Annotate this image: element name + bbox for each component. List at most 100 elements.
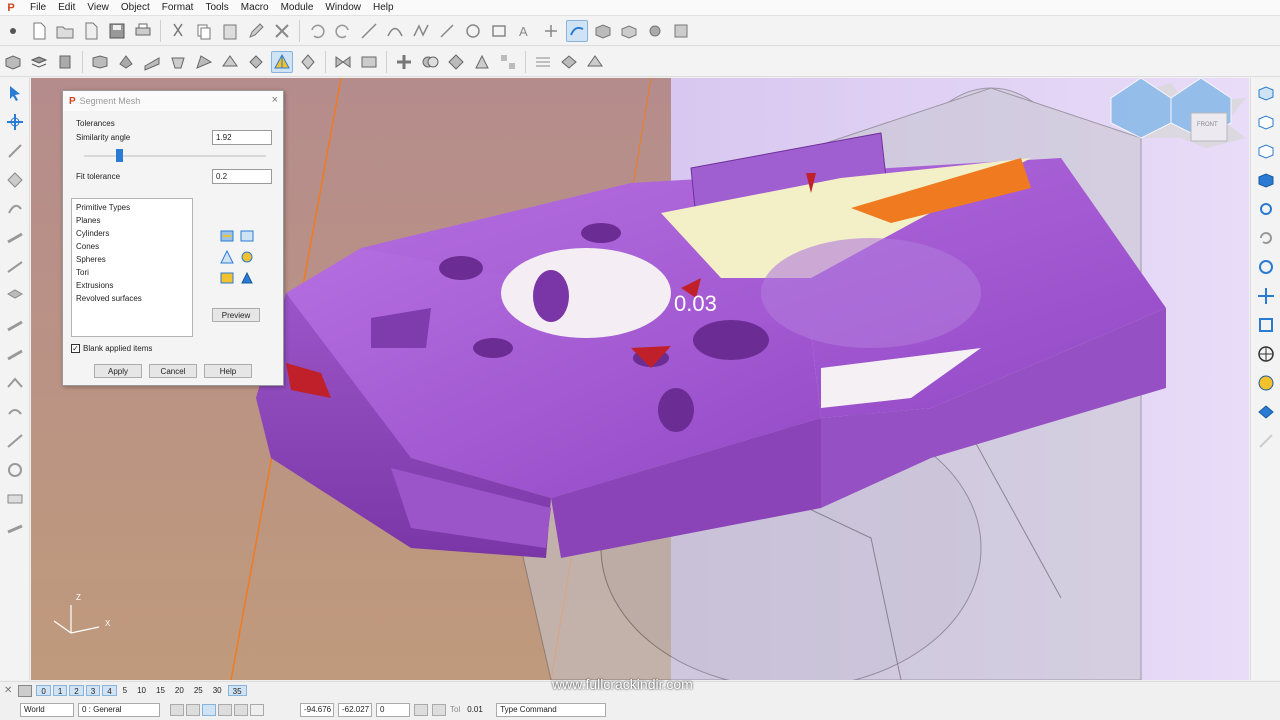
lock-icon[interactable]: [218, 703, 232, 716]
zoom-icon[interactable]: [1254, 313, 1278, 337]
cylinder-primitive-icon[interactable]: [240, 229, 254, 243]
command-input[interactable]: Type Command: [496, 702, 607, 717]
trim-surface-icon[interactable]: [358, 51, 380, 73]
boolean-subtract-icon[interactable]: [419, 51, 441, 73]
checkbox-box[interactable]: ✓: [71, 344, 80, 353]
blank-applied-items-checkbox[interactable]: ✓ Blank applied items: [71, 344, 152, 353]
wireframe-icon[interactable]: [1254, 400, 1278, 424]
extrude-icon[interactable]: [89, 51, 111, 73]
menu-macro[interactable]: Macro: [235, 0, 275, 16]
shell-icon[interactable]: [471, 51, 493, 73]
extrusion-primitive-icon[interactable]: [240, 271, 254, 285]
settings-gear-icon[interactable]: [644, 20, 666, 42]
view-front-icon[interactable]: [1254, 110, 1278, 134]
redo-icon[interactable]: [332, 20, 354, 42]
chamfer-icon[interactable]: [245, 51, 267, 73]
revolve-icon[interactable]: [115, 51, 137, 73]
menu-tools[interactable]: Tools: [199, 0, 234, 16]
y-coordinate-field[interactable]: -62.027: [338, 702, 372, 717]
snap-point-icon[interactable]: [202, 703, 216, 716]
project-icon[interactable]: [3, 284, 27, 308]
primitive-type-item[interactable]: Planes: [76, 214, 188, 227]
cylinder-icon[interactable]: [54, 51, 76, 73]
sweep-icon[interactable]: [141, 51, 163, 73]
layer-button[interactable]: 15: [152, 685, 169, 696]
undo-icon[interactable]: [306, 20, 328, 42]
snap-grid-icon[interactable]: [186, 703, 200, 716]
fillet-icon[interactable]: [219, 51, 241, 73]
snap-icon[interactable]: [170, 703, 184, 716]
torus-primitive-icon[interactable]: [220, 271, 234, 285]
mesh-repair-icon[interactable]: [532, 51, 554, 73]
grid-icon[interactable]: [250, 703, 264, 716]
menu-object[interactable]: Object: [115, 0, 156, 16]
cancel-button[interactable]: Cancel: [149, 364, 197, 378]
help-button[interactable]: Help: [204, 364, 252, 378]
apply-button[interactable]: Apply: [94, 364, 142, 378]
similarity-slider-thumb[interactable]: [116, 149, 123, 162]
primitive-type-item[interactable]: Revolved surfaces: [76, 292, 188, 305]
dialog-titlebar[interactable]: P Segment Mesh: [63, 91, 283, 111]
undo-view-icon[interactable]: [1254, 226, 1278, 250]
trim-icon[interactable]: [540, 20, 562, 42]
new-file-icon[interactable]: [28, 20, 50, 42]
polyline-icon[interactable]: [410, 20, 432, 42]
layer-button[interactable]: 10: [133, 685, 150, 696]
move-icon[interactable]: [3, 139, 27, 163]
pan-icon[interactable]: [1254, 284, 1278, 308]
blend-icon[interactable]: [193, 51, 215, 73]
text-icon[interactable]: A: [514, 20, 536, 42]
similarity-slider-track[interactable]: [84, 155, 266, 157]
deform-icon[interactable]: [3, 400, 27, 424]
boolean-add-icon[interactable]: [393, 51, 415, 73]
x-coordinate-field[interactable]: -94.676: [300, 702, 334, 717]
sketch-icon[interactable]: [358, 20, 380, 42]
layer-button[interactable]: 4: [102, 685, 117, 696]
hide-icon[interactable]: [1254, 429, 1278, 453]
offset-icon[interactable]: [297, 51, 319, 73]
rotate-icon[interactable]: [3, 168, 27, 192]
report-icon[interactable]: [3, 516, 27, 540]
pin-icon[interactable]: [2, 20, 24, 42]
cut-icon[interactable]: [167, 20, 189, 42]
cone-primitive-icon[interactable]: [220, 249, 234, 264]
split-icon[interactable]: [332, 51, 354, 73]
view-cube-label[interactable]: FRONT: [1197, 122, 1218, 128]
layer-button[interactable]: 1: [52, 685, 68, 696]
close-icon[interactable]: ×: [272, 94, 278, 106]
import-icon[interactable]: [80, 20, 102, 42]
z-coordinate-field[interactable]: 0: [376, 702, 410, 717]
layer-button[interactable]: 5: [119, 685, 131, 696]
mesh-smooth-icon[interactable]: [558, 51, 580, 73]
primitive-type-item[interactable]: Cones: [76, 240, 188, 253]
menu-view[interactable]: View: [81, 0, 115, 16]
view-settings-icon[interactable]: [1254, 197, 1278, 221]
line-icon[interactable]: [436, 20, 458, 42]
layer-button[interactable]: 0: [36, 685, 51, 696]
scale-icon[interactable]: [3, 197, 27, 221]
paste-icon[interactable]: [219, 20, 241, 42]
circle-icon[interactable]: [462, 20, 484, 42]
layer-button[interactable]: 20: [171, 685, 188, 696]
twist-icon[interactable]: [3, 371, 27, 395]
boolean-intersect-icon[interactable]: [445, 51, 467, 73]
primitive-type-item[interactable]: Extrusions: [76, 279, 188, 292]
layer-manager-icon[interactable]: [18, 684, 33, 697]
coordinate-mode-icon[interactable]: [414, 703, 428, 716]
sphere-primitive-icon[interactable]: [240, 250, 254, 264]
preview-button[interactable]: Preview: [212, 308, 260, 322]
menu-help[interactable]: Help: [367, 0, 400, 16]
curve-icon[interactable]: [384, 20, 406, 42]
layer-button[interactable]: 25: [190, 685, 207, 696]
similarity-angle-input[interactable]: [212, 130, 272, 145]
menu-edit[interactable]: Edit: [52, 0, 81, 16]
save-icon[interactable]: [106, 20, 128, 42]
fit-tolerance-input[interactable]: [212, 169, 272, 184]
view-iso-icon[interactable]: [1254, 168, 1278, 192]
delta-mode-icon[interactable]: [432, 703, 446, 716]
mesh-tool-icon[interactable]: [566, 19, 588, 42]
shaded-view-icon[interactable]: [1254, 371, 1278, 395]
segment-icon[interactable]: [271, 50, 293, 73]
primitive-type-item[interactable]: Cylinders: [76, 227, 188, 240]
print-icon[interactable]: [132, 20, 154, 42]
